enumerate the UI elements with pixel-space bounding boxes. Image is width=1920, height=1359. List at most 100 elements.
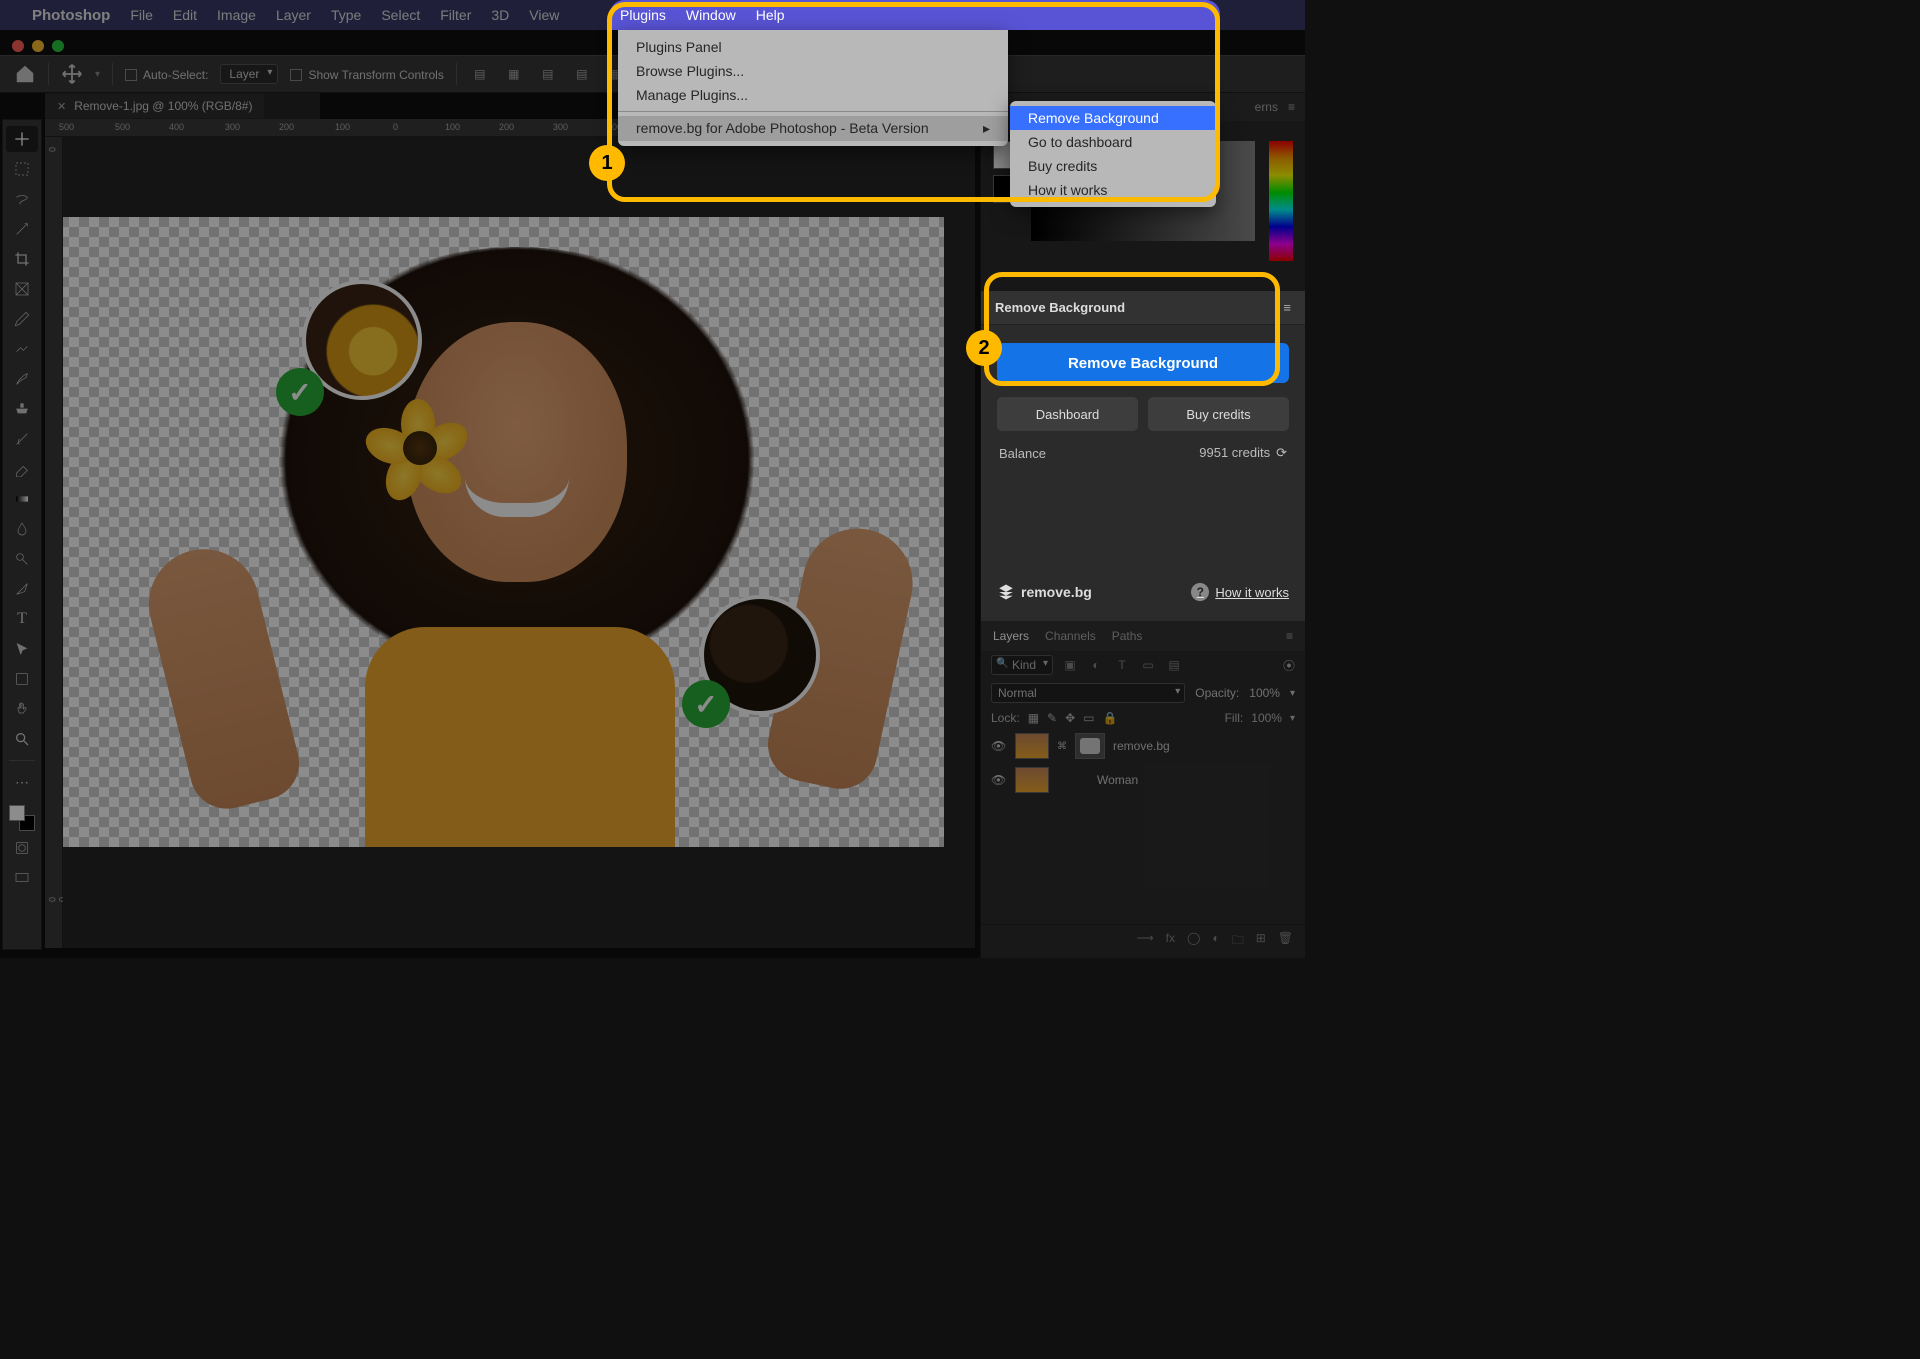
- zoom-tool[interactable]: [6, 726, 38, 752]
- history-brush-tool[interactable]: [6, 426, 38, 452]
- layer-mask-icon[interactable]: ◯: [1187, 931, 1200, 952]
- layer-item-woman[interactable]: 👁 Woman: [981, 763, 1305, 797]
- shape-tool[interactable]: [6, 666, 38, 692]
- menu-filter[interactable]: Filter: [440, 7, 471, 23]
- new-layer-icon[interactable]: ⊞: [1256, 931, 1266, 952]
- visibility-icon[interactable]: 👁: [991, 773, 1007, 787]
- auto-select-checkbox[interactable]: Auto-Select:: [125, 67, 208, 82]
- align-right-icon[interactable]: ▤: [537, 63, 559, 85]
- frame-tool[interactable]: [6, 276, 38, 302]
- home-icon[interactable]: [14, 63, 36, 85]
- lock-position-icon[interactable]: ✥: [1065, 711, 1075, 725]
- move-tool[interactable]: [6, 126, 38, 152]
- tab-channels[interactable]: Channels: [1045, 629, 1096, 643]
- menu-plugins[interactable]: Plugins: [620, 7, 666, 23]
- document-canvas[interactable]: [63, 217, 944, 847]
- filter-type-icon[interactable]: T: [1113, 658, 1131, 672]
- adjustment-layer-icon[interactable]: ◐: [1212, 931, 1219, 952]
- blend-mode-select[interactable]: Normal: [991, 683, 1185, 703]
- filter-toggle-icon[interactable]: ⦿: [1283, 657, 1295, 674]
- document-tab[interactable]: ✕ Remove-1.jpg @ 100% (RGB/8#): [45, 94, 264, 118]
- lock-artboard-icon[interactable]: ▭: [1083, 711, 1094, 725]
- menu-layer[interactable]: Layer: [276, 7, 311, 23]
- color-tab-partial[interactable]: erns: [1255, 100, 1278, 114]
- subitem-buy-credits[interactable]: Buy credits: [1010, 154, 1216, 178]
- crop-tool[interactable]: [6, 246, 38, 272]
- magic-wand-tool[interactable]: [6, 216, 38, 242]
- remove-background-button[interactable]: Remove Background: [997, 343, 1289, 383]
- lock-image-icon[interactable]: ✎: [1047, 711, 1057, 725]
- brush-tool[interactable]: [6, 366, 38, 392]
- menu-view[interactable]: View: [529, 7, 559, 23]
- align-left-icon[interactable]: ▤: [469, 63, 491, 85]
- subitem-go-dashboard[interactable]: Go to dashboard: [1010, 130, 1216, 154]
- lock-transparency-icon[interactable]: ▦: [1028, 711, 1039, 725]
- dditem-removebg-plugin[interactable]: remove.bg for Adobe Photoshop - Beta Ver…: [618, 116, 1008, 141]
- quick-mask-icon[interactable]: [6, 835, 38, 861]
- hue-slider[interactable]: [1269, 141, 1293, 261]
- minimize-window-icon[interactable]: [32, 40, 44, 52]
- menu-window[interactable]: Window: [686, 7, 736, 23]
- align-top-icon[interactable]: ▤: [571, 63, 593, 85]
- lock-all-icon[interactable]: 🔒: [1103, 711, 1118, 725]
- lasso-tool[interactable]: [6, 186, 38, 212]
- dodge-tool[interactable]: [6, 546, 38, 572]
- move-tool-icon[interactable]: [61, 63, 83, 85]
- panel-menu-icon[interactable]: [1283, 300, 1291, 315]
- filter-shape-icon[interactable]: ▭: [1139, 658, 1157, 672]
- layer-filter-kind[interactable]: Kind: [991, 655, 1053, 675]
- align-center-h-icon[interactable]: ▦: [503, 63, 525, 85]
- show-transform-checkbox[interactable]: Show Transform Controls: [290, 67, 443, 82]
- plugin-panel-tab[interactable]: Remove Background: [981, 291, 1305, 325]
- path-select-tool[interactable]: [6, 636, 38, 662]
- menu-file[interactable]: File: [130, 7, 153, 23]
- zoom-window-icon[interactable]: [52, 40, 64, 52]
- menu-select[interactable]: Select: [381, 7, 420, 23]
- menu-edit[interactable]: Edit: [173, 7, 197, 23]
- type-tool[interactable]: T: [6, 606, 38, 632]
- clone-stamp-tool[interactable]: [6, 396, 38, 422]
- menu-help[interactable]: Help: [756, 7, 785, 23]
- fill-value[interactable]: 100%: [1251, 711, 1282, 725]
- hand-tool[interactable]: [6, 696, 38, 722]
- opacity-value[interactable]: 100%: [1249, 686, 1280, 700]
- marquee-tool[interactable]: [6, 156, 38, 182]
- delete-layer-icon[interactable]: 🗑: [1278, 931, 1293, 952]
- eraser-tool[interactable]: [6, 456, 38, 482]
- layer-item-removebg[interactable]: 👁 ⌘ remove.bg: [981, 729, 1305, 763]
- foreground-background-color[interactable]: [9, 805, 35, 831]
- dditem-manage-plugins[interactable]: Manage Plugins...: [618, 83, 1008, 107]
- menu-3d[interactable]: 3D: [491, 7, 509, 23]
- screen-mode-icon[interactable]: [6, 865, 38, 891]
- close-window-icon[interactable]: [12, 40, 24, 52]
- subitem-remove-background[interactable]: Remove Background: [1010, 106, 1216, 130]
- auto-select-target[interactable]: Layer: [220, 64, 278, 84]
- panel-menu-icon[interactable]: [1286, 629, 1293, 643]
- filter-adjust-icon[interactable]: ◐: [1087, 658, 1105, 672]
- menu-image[interactable]: Image: [217, 7, 256, 23]
- dditem-browse-plugins[interactable]: Browse Plugins...: [618, 59, 1008, 83]
- panel-menu-icon[interactable]: [1288, 100, 1295, 114]
- link-layers-icon[interactable]: ⟶: [1136, 931, 1153, 952]
- tab-layers[interactable]: Layers: [993, 629, 1029, 643]
- layer-group-icon[interactable]: 🗀: [1232, 931, 1244, 952]
- mask-link-icon[interactable]: ⌘: [1057, 741, 1067, 752]
- menu-type[interactable]: Type: [331, 7, 361, 23]
- filter-smart-icon[interactable]: ▤: [1165, 658, 1183, 672]
- dditem-plugins-panel[interactable]: Plugins Panel: [618, 35, 1008, 59]
- pen-tool[interactable]: [6, 576, 38, 602]
- gradient-tool[interactable]: [6, 486, 38, 512]
- healing-brush-tool[interactable]: [6, 336, 38, 362]
- how-it-works-link[interactable]: ? How it works: [1191, 583, 1289, 601]
- eyedropper-tool[interactable]: [6, 306, 38, 332]
- filter-pixel-icon[interactable]: ▣: [1061, 658, 1079, 672]
- visibility-icon[interactable]: 👁: [991, 739, 1007, 753]
- dashboard-button[interactable]: Dashboard: [997, 397, 1138, 431]
- buy-credits-button[interactable]: Buy credits: [1148, 397, 1289, 431]
- layer-fx-icon[interactable]: fx: [1166, 931, 1175, 952]
- edit-toolbar-icon[interactable]: ⋯: [6, 769, 38, 795]
- tab-paths[interactable]: Paths: [1112, 629, 1143, 643]
- subitem-how-it-works[interactable]: How it works: [1010, 178, 1216, 202]
- doc-close-icon[interactable]: ✕: [57, 100, 66, 113]
- blur-tool[interactable]: [6, 516, 38, 542]
